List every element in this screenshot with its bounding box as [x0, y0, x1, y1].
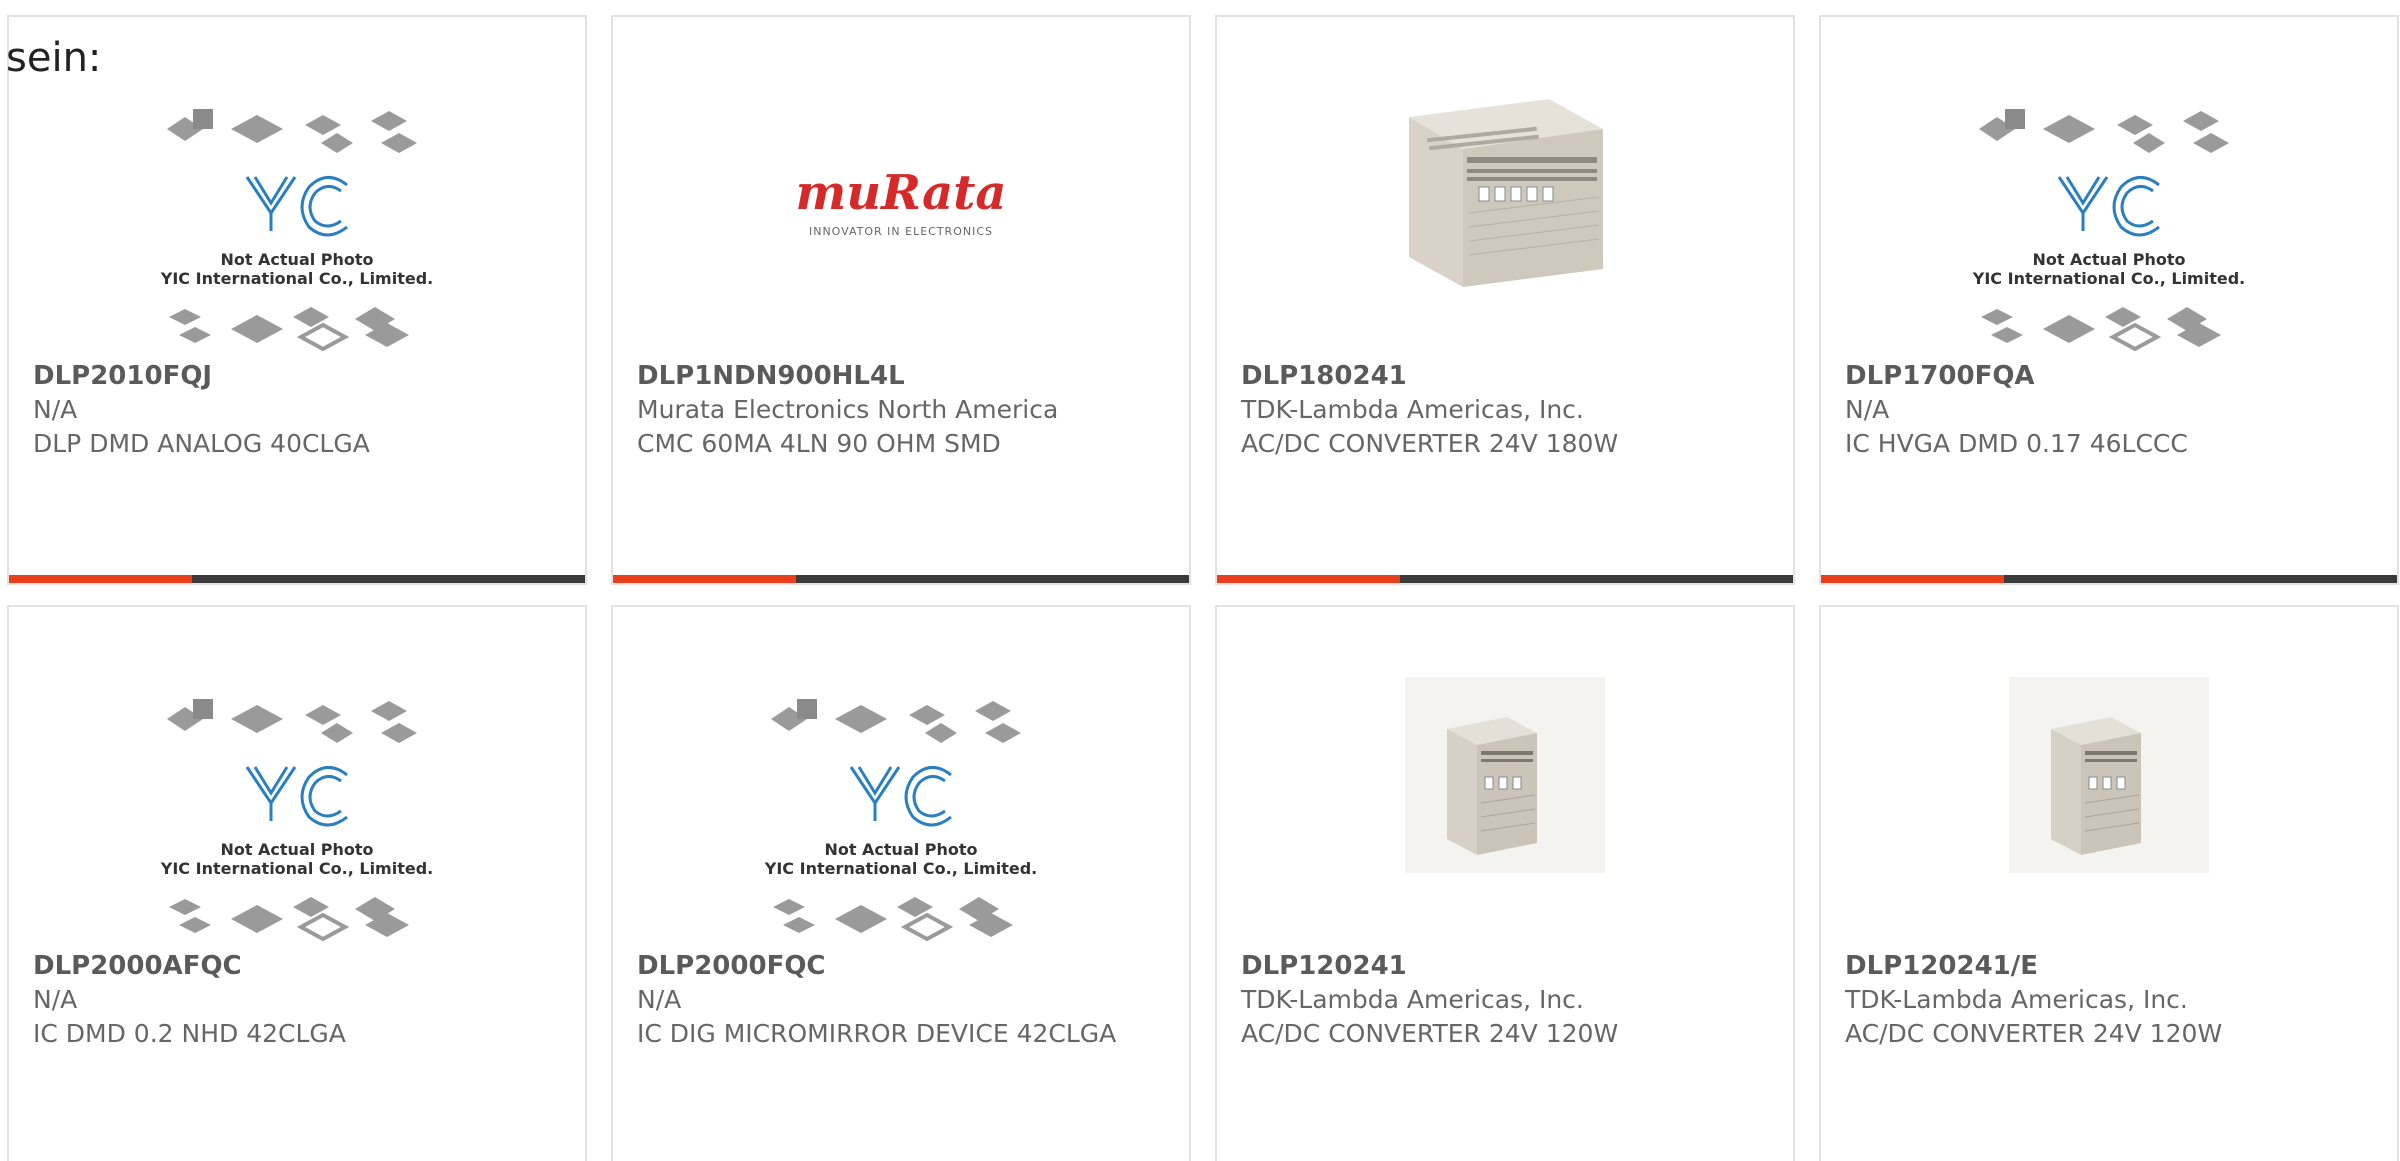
- product-card[interactable]: Not Actual Photo YIC International Co., …: [7, 605, 587, 1161]
- yic-placeholder-image: Not Actual Photo YIC International Co., …: [764, 699, 1037, 942]
- manufacturer: N/A: [637, 985, 682, 1014]
- placeholder-caption-2: YIC International Co., Limited.: [1972, 269, 2245, 288]
- part-number-link[interactable]: DLP120241: [1241, 949, 1773, 983]
- intro-text: sein:: [6, 35, 102, 81]
- yic-placeholder-image: Not Actual Photo YIC International Co., …: [1972, 109, 2245, 352]
- part-number-link[interactable]: DLP2000FQC: [637, 949, 1169, 983]
- product-info: DLP2010FQJ N/A DLP DMD ANALOG 40CLGA: [33, 359, 565, 461]
- card-accent-bar: [613, 575, 796, 583]
- power-supply-image: [2009, 677, 2209, 873]
- description: AC/DC CONVERTER 24V 180W: [1241, 429, 1619, 458]
- placeholder-caption-2: YIC International Co., Limited.: [764, 859, 1037, 878]
- power-supply-image: [1405, 677, 1605, 873]
- description: DLP DMD ANALOG 40CLGA: [33, 429, 370, 458]
- manufacturer: N/A: [33, 395, 78, 424]
- manufacturer: TDK-Lambda Americas, Inc.: [1241, 985, 1584, 1014]
- product-info: DLP120241/E TDK-Lambda Americas, Inc. AC…: [1845, 949, 2377, 1051]
- card-accent-bar: [9, 575, 192, 583]
- placeholder-caption-1: Not Actual Photo: [2032, 250, 2185, 269]
- product-card[interactable]: DLP120241/E TDK-Lambda Americas, Inc. AC…: [1819, 605, 2399, 1161]
- card-accent-bar: [1821, 575, 2004, 583]
- description: AC/DC CONVERTER 24V 120W: [1845, 1019, 2223, 1048]
- product-info: DLP1NDN900HL4L Murata Electronics North …: [637, 359, 1169, 461]
- product-info: DLP120241 TDK-Lambda Americas, Inc. AC/D…: [1241, 949, 1773, 1051]
- placeholder-caption-2: YIC International Co., Limited.: [160, 269, 433, 288]
- power-supply-image: [1409, 99, 1603, 287]
- murata-logo-text: muRata: [795, 165, 1006, 221]
- product-card[interactable]: Not Actual Photo YIC International Co., …: [1819, 15, 2399, 585]
- product-info: DLP2000FQC N/A IC DIG MICROMIRROR DEVICE…: [637, 949, 1169, 1051]
- manufacturer: N/A: [1845, 395, 1890, 424]
- manufacturer: Murata Electronics North America: [637, 395, 1059, 424]
- card-bottom-bar: [1821, 575, 2397, 583]
- card-bottom-bar: [613, 575, 1189, 583]
- part-number-link[interactable]: DLP2010FQJ: [33, 359, 565, 393]
- part-number-link[interactable]: DLP120241/E: [1845, 949, 2377, 983]
- card-accent-bar: [1217, 575, 1400, 583]
- part-number-link[interactable]: DLP1NDN900HL4L: [637, 359, 1169, 393]
- placeholder-caption-1: Not Actual Photo: [220, 250, 373, 269]
- description: IC DMD 0.2 NHD 42CLGA: [33, 1019, 346, 1048]
- description: IC HVGA DMD 0.17 46LCCC: [1845, 429, 2188, 458]
- manufacturer: TDK-Lambda Americas, Inc.: [1241, 395, 1584, 424]
- product-card[interactable]: Not Actual Photo YIC International Co., …: [7, 15, 587, 585]
- product-card[interactable]: muRata INNOVATOR IN ELECTRONICS DLP1NDN9…: [611, 15, 1191, 585]
- manufacturer: N/A: [33, 985, 78, 1014]
- product-listing-page: sein: Not Actual Photo YIC International…: [0, 0, 2400, 1161]
- yic-placeholder-image: Not Actual Photo YIC International Co., …: [160, 699, 433, 942]
- murata-tagline: INNOVATOR IN ELECTRONICS: [809, 225, 993, 238]
- placeholder-caption-1: Not Actual Photo: [220, 840, 373, 859]
- product-card[interactable]: DLP120241 TDK-Lambda Americas, Inc. AC/D…: [1215, 605, 1795, 1161]
- placeholder-caption-1: Not Actual Photo: [824, 840, 977, 859]
- product-card[interactable]: DLP180241 TDK-Lambda Americas, Inc. AC/D…: [1215, 15, 1795, 585]
- card-bottom-bar: [1217, 575, 1793, 583]
- part-number-link[interactable]: DLP180241: [1241, 359, 1773, 393]
- murata-logo-image: muRata INNOVATOR IN ELECTRONICS: [795, 165, 1006, 238]
- description: CMC 60MA 4LN 90 OHM SMD: [637, 429, 1001, 458]
- product-grid: Not Actual Photo YIC International Co., …: [7, 15, 2399, 1161]
- manufacturer: TDK-Lambda Americas, Inc.: [1845, 985, 2188, 1014]
- description: IC DIG MICROMIRROR DEVICE 42CLGA: [637, 1019, 1117, 1048]
- product-info: DLP2000AFQC N/A IC DMD 0.2 NHD 42CLGA: [33, 949, 565, 1051]
- product-info: DLP180241 TDK-Lambda Americas, Inc. AC/D…: [1241, 359, 1773, 461]
- product-info: DLP1700FQA N/A IC HVGA DMD 0.17 46LCCC: [1845, 359, 2377, 461]
- part-number-link[interactable]: DLP2000AFQC: [33, 949, 565, 983]
- part-number-link[interactable]: DLP1700FQA: [1845, 359, 2377, 393]
- description: AC/DC CONVERTER 24V 120W: [1241, 1019, 1619, 1048]
- placeholder-caption-2: YIC International Co., Limited.: [160, 859, 433, 878]
- product-card[interactable]: Not Actual Photo YIC International Co., …: [611, 605, 1191, 1161]
- card-bottom-bar: [9, 575, 585, 583]
